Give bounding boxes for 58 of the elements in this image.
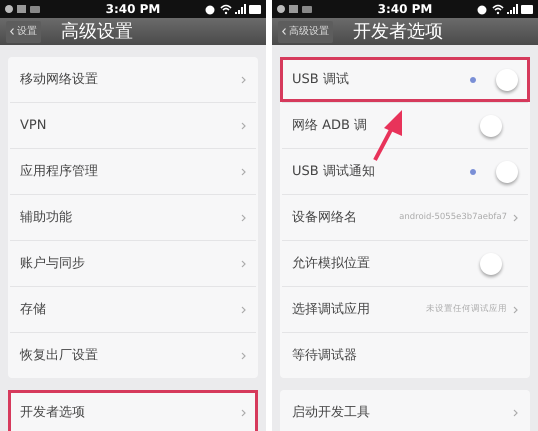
row-label: 选择调试应用	[292, 300, 370, 319]
row-label: VPN	[20, 116, 46, 135]
row-value: 未设置任何调试应用	[426, 303, 507, 316]
settings-row[interactable]: 开发者选项	[8, 390, 258, 431]
status-time: 3:40 PM	[106, 1, 160, 18]
back-button[interactable]: 设置	[6, 20, 41, 42]
row-label: 辅助功能	[20, 208, 72, 227]
settings-row[interactable]: 辅助功能	[8, 195, 258, 240]
screen-title: 开发者选项	[353, 20, 443, 44]
screen-title: 高级设置	[61, 20, 133, 44]
settings-row[interactable]: 恢复出厂设置	[8, 333, 258, 378]
back-chevron-icon	[282, 28, 286, 35]
chevron-icon	[241, 122, 246, 130]
settings-row[interactable]: USB 调试	[280, 57, 530, 102]
settings-row[interactable]: 选择调试应用 未设置任何调试应用	[280, 287, 530, 332]
row-label: 允许模拟位置	[292, 254, 370, 273]
settings-row[interactable]: 网络 ADB 调	[280, 103, 530, 148]
row-label: 应用程序管理	[20, 162, 98, 181]
settings-row[interactable]: 账户与同步	[8, 241, 258, 286]
row-label: 存储	[20, 300, 46, 319]
row-label: 账户与同步	[20, 254, 85, 273]
chevron-icon	[513, 408, 518, 416]
settings-row[interactable]: 设备网络名 android-5055e3b7aebfa7	[280, 195, 530, 240]
row-value: android-5055e3b7aebfa7	[399, 211, 507, 224]
chevron-icon	[241, 306, 246, 314]
toggle-switch[interactable]	[468, 160, 518, 182]
back-button[interactable]: 高级设置	[278, 20, 333, 42]
chevron-icon	[241, 76, 246, 84]
settings-row[interactable]: USB 调试通知	[280, 149, 530, 194]
chevron-icon	[241, 214, 246, 222]
row-label: 设备网络名	[292, 208, 357, 227]
chevron-icon	[513, 306, 518, 314]
row-label: 等待调试器	[292, 346, 357, 365]
settings-row[interactable]: VPN	[8, 103, 258, 148]
row-label: 启动开发工具	[292, 404, 370, 422]
settings-row[interactable]: 允许模拟位置	[280, 241, 530, 286]
settings-row[interactable]: 存储	[8, 287, 258, 332]
row-label: USB 调试通知	[292, 162, 375, 181]
row-label: 网络 ADB 调	[292, 116, 368, 135]
chevron-icon	[241, 352, 246, 360]
back-chevron-icon	[10, 28, 14, 35]
pointer-arrow	[372, 108, 404, 162]
settings-row[interactable]: 启动开发工具	[280, 390, 530, 431]
chevron-icon	[241, 260, 246, 268]
chevron-icon	[513, 214, 518, 222]
settings-row[interactable]: 应用程序管理	[8, 149, 258, 194]
row-label: 移动网络设置	[20, 70, 98, 89]
row-label: USB 调试	[292, 70, 349, 89]
status-indicators-icon	[204, 3, 262, 15]
row-label: 开发者选项	[20, 404, 85, 422]
settings-row[interactable]: 等待调试器	[280, 333, 530, 378]
settings-row[interactable]: 移动网络设置	[8, 57, 258, 102]
status-indicators-icon	[476, 3, 534, 15]
chevron-icon	[241, 408, 246, 416]
chevron-icon	[241, 168, 246, 176]
toggle-switch[interactable]	[468, 68, 518, 90]
row-label: 恢复出厂设置	[20, 346, 98, 365]
status-time: 3:40 PM	[378, 1, 432, 18]
